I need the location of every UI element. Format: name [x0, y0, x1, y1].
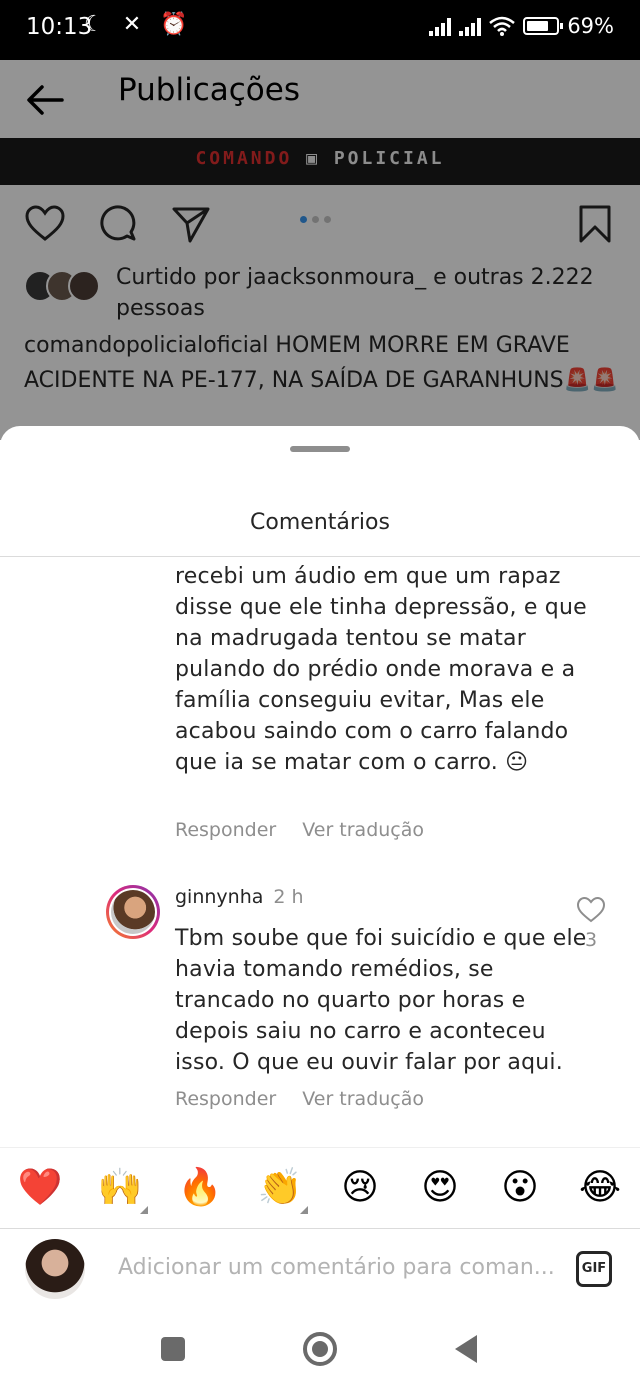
- system-back-button[interactable]: [455, 1335, 477, 1363]
- wifi-icon: [489, 16, 516, 36]
- emoji-crying[interactable]: 😢: [336, 1164, 384, 1212]
- comment-like-heart-icon[interactable]: [576, 896, 606, 924]
- battery-percent: 69%: [567, 14, 614, 38]
- comment-text: Tbm soube que foi suicídio e que ele hav…: [175, 926, 587, 1075]
- emoji-heart[interactable]: ❤️: [16, 1164, 64, 1212]
- comment-input[interactable]: Adicionar um comentário para coman...: [118, 1255, 558, 1280]
- emoji-raised-hands[interactable]: 🙌: [96, 1164, 148, 1214]
- comment-composer: Adicionar um comentário para coman... GI…: [0, 1229, 640, 1307]
- reply-button[interactable]: Responder: [175, 819, 276, 841]
- divider: [0, 1147, 640, 1148]
- comments-sheet: Comentários recebi um áudio em que um ra…: [0, 426, 640, 1386]
- home-button[interactable]: [303, 1332, 337, 1366]
- battery-icon: [523, 17, 564, 35]
- comment-header: ginnynha 2 h: [175, 886, 304, 908]
- reply-button[interactable]: Responder: [175, 1088, 276, 1110]
- gif-button[interactable]: GIF: [576, 1251, 612, 1287]
- comment-actions: Responder Ver tradução: [175, 1088, 424, 1110]
- comment-time: 2 h: [273, 886, 304, 908]
- recent-apps-button[interactable]: [161, 1337, 185, 1361]
- emoji-laughing[interactable]: 😂: [576, 1164, 624, 1212]
- cell-signal-icon: [429, 16, 452, 36]
- status-bar: 10:13 ☾ ✕ ⏰ 69%: [0, 0, 640, 60]
- comment-username[interactable]: ginnynha: [175, 886, 263, 908]
- emoji-surprised[interactable]: 😮: [496, 1164, 544, 1212]
- translate-button[interactable]: Ver tradução: [302, 1088, 424, 1110]
- emoji-clapping[interactable]: 👏: [256, 1164, 308, 1214]
- status-icons: ☾ ✕ ⏰: [84, 12, 194, 37]
- status-time: 10:13: [26, 14, 93, 40]
- sheet-drag-handle[interactable]: [290, 446, 350, 452]
- translate-button[interactable]: Ver tradução: [302, 819, 424, 841]
- emoji-fire[interactable]: 🔥: [176, 1164, 224, 1212]
- cell-signal-2-icon: [459, 16, 482, 36]
- comment-actions: Responder Ver tradução: [175, 819, 424, 841]
- divider: [0, 556, 640, 557]
- user-avatar: [25, 1239, 85, 1299]
- comments-title: Comentários: [250, 510, 390, 535]
- comment-avatar[interactable]: [106, 885, 160, 939]
- dim-overlay[interactable]: [0, 60, 640, 440]
- status-right-group: 69%: [429, 14, 614, 38]
- emoji-heart-eyes[interactable]: 😍: [416, 1164, 464, 1212]
- emoji-quick-bar: ❤️ 🙌 🔥 👏 😢 😍 😮 😂: [0, 1154, 640, 1228]
- comment-text: recebi um áudio em que um rapaz disse qu…: [175, 564, 587, 775]
- system-nav-bar: [0, 1310, 640, 1386]
